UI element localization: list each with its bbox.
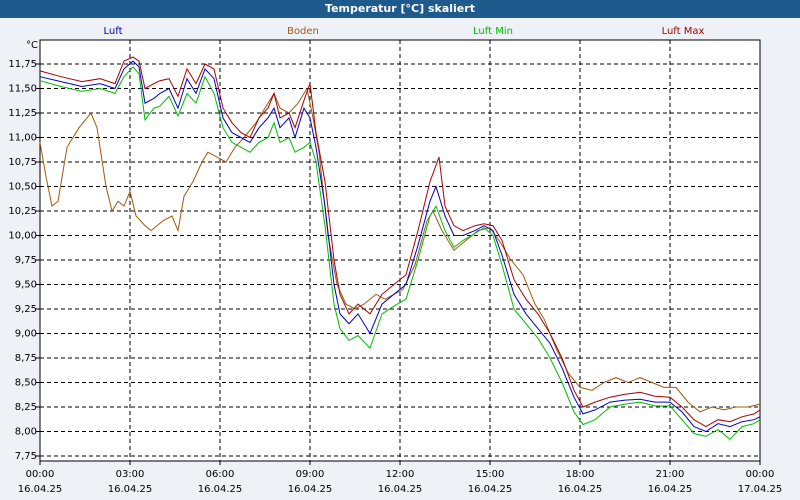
x-tick-date: 16.04.25 — [648, 484, 693, 495]
line-chart: 7,75 8,00 8,25 8,50 8,75 9,00 9,25 9,50 9,75 10,0… — [8, 26, 783, 495]
x-tick-time: 12:00 — [386, 469, 415, 480]
x-tick-time: 15:00 — [476, 469, 505, 480]
x-tick-date: 16.04.25 — [18, 484, 63, 495]
legend-item: Boden — [287, 26, 319, 37]
x-tick-time: 09:00 — [296, 469, 325, 480]
x-tick-date: 16.04.25 — [468, 484, 513, 495]
x-tick-date: 17.04.25 — [738, 484, 783, 495]
x-tick-time: 06:00 — [206, 469, 235, 480]
x-tick-time: 18:00 — [566, 469, 595, 480]
y-tick-label: 9,75 — [15, 255, 37, 266]
y-tick-label: 9,00 — [15, 329, 37, 340]
y-tick-label: 7,75 — [15, 451, 37, 462]
y-tick-label: 10,50 — [8, 182, 37, 193]
y-axis-unit: °C — [26, 40, 38, 51]
y-tick-label: 11,25 — [8, 108, 37, 119]
x-tick-time: 00:00 — [26, 469, 55, 480]
legend: Luft Boden Luft Min Luft Max — [104, 26, 705, 37]
y-tick-label: 9,50 — [15, 280, 37, 291]
x-tick-date: 16.04.25 — [288, 484, 333, 495]
y-tick-label: 11,00 — [8, 133, 37, 144]
y-tick-label: 11,75 — [8, 59, 37, 70]
x-tick-date: 16.04.25 — [198, 484, 243, 495]
x-tick-date: 16.04.25 — [378, 484, 423, 495]
x-tick-date: 16.04.25 — [108, 484, 153, 495]
legend-item: Luft Min — [473, 26, 513, 37]
y-tick-label: 8,00 — [15, 427, 37, 438]
legend-item: Luft — [104, 26, 123, 37]
legend-item: Luft Max — [662, 26, 705, 37]
y-axis: 7,75 8,00 8,25 8,50 8,75 9,00 9,25 9,50 9,75 10,0… — [8, 59, 40, 462]
x-tick-time: 00:00 — [746, 469, 775, 480]
x-tick-time: 03:00 — [116, 469, 145, 480]
x-tick-date: 16.04.25 — [558, 484, 603, 495]
y-tick-label: 8,25 — [15, 402, 37, 413]
x-axis: 00:00 16.04.25 03:00 16.04.25 06:00 16.04.25 0… — [18, 461, 783, 495]
y-tick-label: 10,25 — [8, 206, 37, 217]
y-tick-label: 10,00 — [8, 231, 37, 242]
y-tick-label: 10,75 — [8, 157, 37, 168]
y-tick-label: 11,50 — [8, 84, 37, 95]
x-tick-time: 21:00 — [656, 469, 685, 480]
y-tick-label: 8,75 — [15, 353, 37, 364]
y-tick-label: 9,25 — [15, 304, 37, 315]
y-tick-label: 8,50 — [15, 378, 37, 389]
